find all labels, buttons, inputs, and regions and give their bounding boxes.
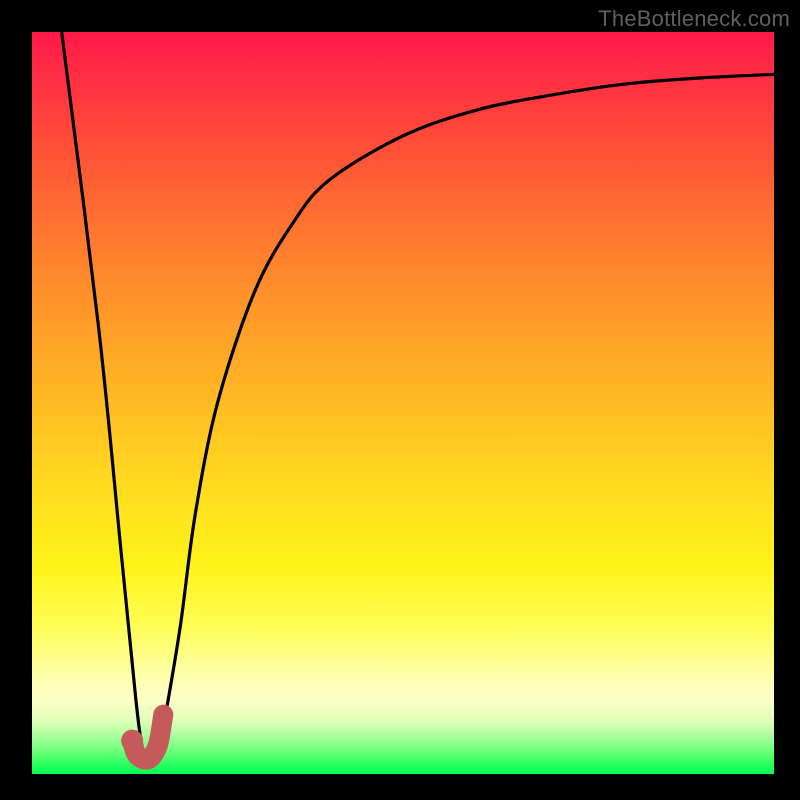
chart-container: TheBottleneck.com xyxy=(0,0,800,800)
bottleneck-curve xyxy=(32,32,774,774)
watermark: TheBottleneck.com xyxy=(598,6,790,32)
plot-area xyxy=(32,32,774,774)
sweet-spot-mark xyxy=(32,32,774,774)
